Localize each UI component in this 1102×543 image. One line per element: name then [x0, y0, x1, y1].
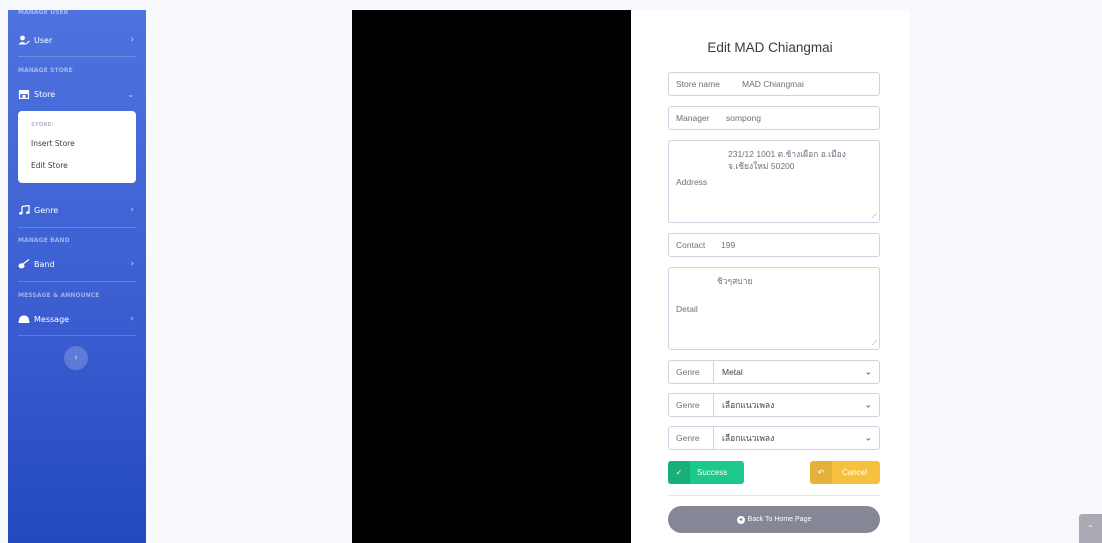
contact-field[interactable]: Contact 199: [668, 233, 880, 257]
sidebar-heading-manage-store: MANAGE STORE: [18, 67, 73, 74]
success-label: Success: [697, 468, 728, 477]
store-submenu: STORE: Insert Store Edit Store: [18, 111, 136, 183]
store-submenu-header: STORE:: [31, 122, 54, 128]
genre-value: Metal: [722, 367, 743, 377]
scroll-to-top-button[interactable]: ⌃: [1079, 514, 1102, 543]
store-name-value: MAD Chiangmai: [742, 79, 804, 89]
cancel-label: Cancel: [842, 468, 867, 477]
chevron-up-icon: ⌃: [1087, 524, 1094, 533]
check-icon: ✓: [668, 461, 690, 484]
music-icon: [18, 205, 30, 215]
divider: [668, 495, 880, 496]
sidebar-heading-manage-user: MANAGE USER: [18, 9, 69, 16]
genre-select-1[interactable]: Genre Metal ⌄: [668, 360, 880, 384]
address-field[interactable]: Address 231/12 1001 ต.ช้างเผือก อ.เมือง …: [668, 140, 880, 223]
store-image-panel: [352, 10, 631, 543]
sidebar-divider: [18, 227, 136, 228]
sidebar-toggle-button[interactable]: ‹: [64, 346, 88, 370]
sidebar-heading-manage-band: MANAGE BAND: [18, 237, 70, 244]
success-button[interactable]: ✓ Success: [668, 461, 744, 484]
undo-icon: ↶: [810, 461, 832, 484]
resize-handle-icon[interactable]: ⟋: [872, 213, 877, 221]
genre-value: เลือกแนวเพลง: [722, 400, 775, 410]
chevron-right-icon: ›: [130, 259, 134, 269]
chevron-right-icon: ›: [130, 314, 134, 324]
manager-label: Manager: [676, 113, 710, 123]
message-icon: [18, 314, 30, 324]
sidebar-divider: [18, 335, 136, 336]
form-title: Edit MAD Chiangmai: [707, 40, 833, 55]
chevron-right-icon: ›: [130, 205, 134, 215]
sidebar-item-band[interactable]: Band ›: [8, 251, 146, 277]
genre-value: เลือกแนวเพลง: [722, 433, 775, 443]
chevron-down-icon: ⌄: [864, 366, 872, 377]
sidebar-item-band-label: Band: [34, 259, 55, 269]
detail-field[interactable]: Detail ชิวๆสบาย ⟋: [668, 267, 880, 350]
back-home-label: Back To Home Page: [747, 516, 812, 523]
sidebar-item-genre-label: Genre: [34, 205, 59, 215]
genre-select-2[interactable]: Genre เลือกแนวเพลง ⌄: [668, 393, 880, 417]
sidebar-item-user[interactable]: User ›: [8, 27, 146, 53]
home-icon: ◂: [736, 515, 745, 524]
chevron-down-icon: ⌄: [864, 399, 872, 410]
chevron-down-icon: ⌄: [864, 432, 872, 443]
edit-store-form: Edit MAD Chiangmai Store name MAD Chiang…: [631, 10, 909, 543]
sidebar-item-user-label: User: [34, 35, 53, 45]
store-name-label: Store name: [676, 79, 720, 89]
sidebar-item-genre[interactable]: Genre ›: [8, 197, 146, 223]
detail-label: Detail: [676, 303, 698, 314]
chevron-down-icon: ⌄: [127, 89, 134, 99]
genre-label: Genre: [676, 367, 700, 377]
sidebar-divider: [18, 281, 136, 282]
sidebar: MANAGE USER User › MANAGE STORE Store ⌄ …: [8, 9, 146, 543]
edit-store-link[interactable]: Edit Store: [31, 161, 68, 170]
manager-value: sompong: [726, 113, 761, 123]
address-line-1: 231/12 1001 ต.ช้างเผือก อ.เมือง: [728, 149, 846, 159]
user-icon: [18, 35, 30, 45]
contact-label: Contact: [676, 240, 706, 250]
resize-handle-icon[interactable]: ⟋: [872, 340, 877, 348]
detail-value: ชิวๆสบาย: [717, 276, 753, 286]
back-home-button[interactable]: ◂ Back To Home Page: [668, 506, 880, 533]
address-line-2: จ.เชียงใหม่ 50200: [728, 161, 795, 171]
sidebar-item-store-label: Store: [34, 89, 56, 99]
sidebar-divider: [18, 56, 136, 57]
sidebar-item-message[interactable]: Message ›: [8, 306, 146, 332]
genre-label: Genre: [676, 400, 700, 410]
manager-field[interactable]: Manager sompong: [668, 106, 880, 130]
separator: [713, 427, 714, 449]
separator: [713, 394, 714, 416]
genre-select-3[interactable]: Genre เลือกแนวเพลง ⌄: [668, 426, 880, 450]
address-label: Address: [676, 176, 708, 187]
genre-label: Genre: [676, 433, 700, 443]
sidebar-heading-message: MESSAGE & ANNOUNCE: [18, 292, 100, 299]
sidebar-item-store[interactable]: Store ⌄: [8, 81, 146, 107]
separator: [713, 361, 714, 383]
store-name-field[interactable]: Store name MAD Chiangmai: [668, 72, 880, 96]
contact-value: 199: [721, 240, 736, 250]
sidebar-item-message-label: Message: [34, 314, 70, 324]
guitar-icon: [18, 259, 30, 269]
chevron-right-icon: ›: [130, 35, 134, 45]
insert-store-link[interactable]: Insert Store: [31, 139, 75, 148]
chevron-left-icon: ‹: [74, 353, 78, 363]
store-icon: [18, 89, 30, 99]
address-value: 231/12 1001 ต.ช้างเผือก อ.เมือง จ.เชียงใ…: [728, 141, 846, 222]
cancel-button[interactable]: ↶ Cancel: [810, 461, 880, 484]
